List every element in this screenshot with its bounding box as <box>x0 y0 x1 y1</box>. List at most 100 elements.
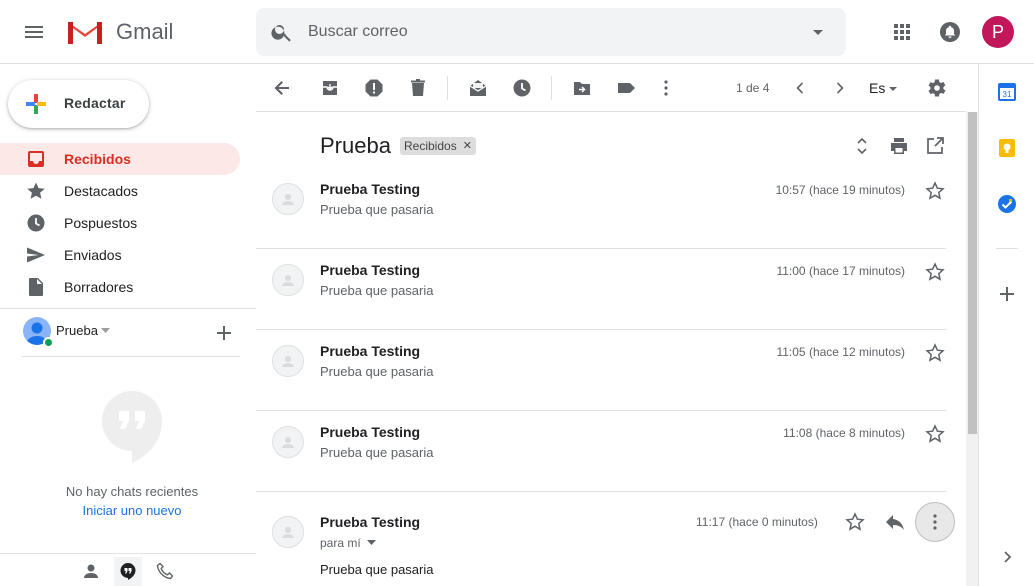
search-icon[interactable] <box>270 20 294 44</box>
caret-down-icon[interactable] <box>101 328 110 334</box>
label-chip-text: Recibidos <box>404 139 457 153</box>
hangouts-chat-icon <box>119 562 137 580</box>
back-arrow-icon[interactable] <box>272 78 292 98</box>
sidebar-item-starred[interactable]: Destacados <box>0 175 240 207</box>
hangouts-quote-bubble-icon <box>100 389 164 465</box>
message-sender: Prueba Testing <box>320 343 421 359</box>
hangouts-user-name[interactable]: Prueba <box>56 323 98 338</box>
sidebar-item-label: Borradores <box>64 279 134 295</box>
clock-icon <box>26 213 46 233</box>
label-tag-icon[interactable] <box>616 78 636 98</box>
message-row[interactable]: Prueba Testing Prueba que pasaria 11:00 … <box>256 249 946 330</box>
get-addons-plus-icon[interactable] <box>998 285 1016 303</box>
sidebar-item-label: Pospuestos <box>64 215 138 231</box>
search-input[interactable] <box>308 20 788 44</box>
sidebar-divider <box>0 308 256 309</box>
input-language-selector[interactable]: Es <box>869 80 885 96</box>
toolbar-separator <box>447 76 448 100</box>
message-sender: Prueba Testing <box>320 514 421 530</box>
report-spam-icon[interactable] <box>364 78 384 98</box>
print-icon[interactable] <box>889 136 909 156</box>
phone-icon[interactable] <box>156 562 174 580</box>
online-status-indicator <box>43 337 54 348</box>
star-outline-icon[interactable] <box>925 424 945 444</box>
compose-label: Redactar <box>64 95 126 111</box>
mark-as-unread-icon[interactable] <box>468 78 488 98</box>
inbox-label-chip[interactable]: Recibidos ✕ <box>400 137 476 155</box>
toolbar-divider <box>256 111 966 112</box>
message-more-options-button[interactable] <box>915 502 955 542</box>
sidebar-item-sent[interactable]: Enviados <box>0 239 240 271</box>
delete-trash-icon[interactable] <box>408 78 428 98</box>
calendar-app-icon[interactable]: 31 <box>997 82 1017 102</box>
next-chevron-icon[interactable] <box>830 78 850 98</box>
thread-subject: Prueba <box>320 133 391 158</box>
sender-avatar <box>272 426 304 458</box>
star-icon <box>26 181 46 201</box>
message-row[interactable]: Prueba Testing Prueba que pasaria 11:05 … <box>256 330 946 411</box>
account-avatar[interactable]: P <box>982 16 1014 48</box>
previous-chevron-icon[interactable] <box>790 78 810 98</box>
sidebar-item-label: Recibidos <box>64 151 131 167</box>
snooze-clock-icon[interactable] <box>512 78 532 98</box>
scrollbar-thumb[interactable] <box>968 112 977 434</box>
star-outline-icon[interactable] <box>925 262 945 282</box>
search-options-dropdown-icon[interactable] <box>808 22 828 42</box>
start-new-chat-link[interactable]: Iniciar uno nuevo <box>0 503 264 518</box>
sender-avatar <box>272 183 304 215</box>
apps-grid-icon[interactable] <box>890 20 914 44</box>
add-chat-plus-icon[interactable] <box>216 325 232 341</box>
star-outline-icon[interactable] <box>925 181 945 201</box>
hangouts-tab[interactable] <box>114 557 142 586</box>
tasks-app-icon[interactable] <box>997 194 1017 214</box>
message-sender: Prueba Testing <box>320 424 421 440</box>
gmail-logo-icon[interactable] <box>66 18 104 46</box>
language-dropdown-icon[interactable] <box>888 84 898 94</box>
search-bar[interactable] <box>256 8 846 56</box>
remove-label-x-icon[interactable]: ✕ <box>463 137 472 155</box>
message-time: 11:17 (hace 0 minutos) <box>696 515 818 529</box>
message-body: Prueba que pasaria <box>320 562 434 577</box>
more-options-vertical-icon <box>933 514 937 530</box>
settings-gear-icon[interactable] <box>926 78 946 98</box>
sender-avatar <box>272 264 304 296</box>
recipient-text: para mí <box>320 536 361 550</box>
message-snippet: Prueba que pasaria <box>320 364 434 379</box>
details-caret-icon[interactable] <box>366 540 376 546</box>
main-menu-icon[interactable] <box>22 20 46 44</box>
pagination-count: 1 de 4 <box>736 81 770 95</box>
move-to-folder-icon[interactable] <box>572 78 592 98</box>
draft-icon <box>26 277 46 297</box>
sidebar-item-drafts[interactable]: Borradores <box>0 271 240 303</box>
archive-icon[interactable] <box>320 78 340 98</box>
star-outline-icon[interactable] <box>845 512 865 532</box>
message-sender: Prueba Testing <box>320 181 421 197</box>
sidebar-item-snoozed[interactable]: Pospuestos <box>0 207 240 239</box>
message-row[interactable]: Prueba Testing Prueba que pasaria 11:08 … <box>256 411 946 492</box>
reply-arrow-icon[interactable] <box>885 512 905 532</box>
message-sender: Prueba Testing <box>320 262 421 278</box>
expand-panel-chevron-icon[interactable] <box>998 548 1016 566</box>
notifications-bell-icon[interactable] <box>938 20 962 44</box>
message-time: 11:05 (hace 12 minutos) <box>776 345 905 359</box>
star-outline-icon[interactable] <box>925 343 945 363</box>
calendar-day: 31 <box>1003 90 1012 99</box>
app-name[interactable]: Gmail <box>116 19 173 45</box>
message-time: 11:08 (hace 8 minutos) <box>783 426 905 440</box>
no-recent-chats-text: No hay chats recientes <box>65 484 199 499</box>
inbox-icon <box>26 149 46 169</box>
compose-button[interactable]: Redactar <box>8 80 149 128</box>
more-options-vertical-icon[interactable] <box>656 78 676 98</box>
message-row[interactable]: Prueba Testing Prueba que pasaria 10:57 … <box>256 168 946 249</box>
keep-app-icon[interactable] <box>997 138 1017 158</box>
hangouts-divider <box>22 356 240 357</box>
message-snippet: Prueba que pasaria <box>320 445 434 460</box>
open-in-new-window-icon[interactable] <box>925 136 945 156</box>
recipients-details[interactable]: para mí <box>320 536 376 550</box>
sidebar-item-inbox[interactable]: Recibidos <box>0 143 240 175</box>
sidebar-item-label: Destacados <box>64 183 138 199</box>
message-time: 10:57 (hace 19 minutos) <box>775 183 905 197</box>
sender-avatar <box>272 516 304 548</box>
expand-all-icon[interactable] <box>852 136 872 156</box>
person-icon[interactable] <box>82 562 100 580</box>
